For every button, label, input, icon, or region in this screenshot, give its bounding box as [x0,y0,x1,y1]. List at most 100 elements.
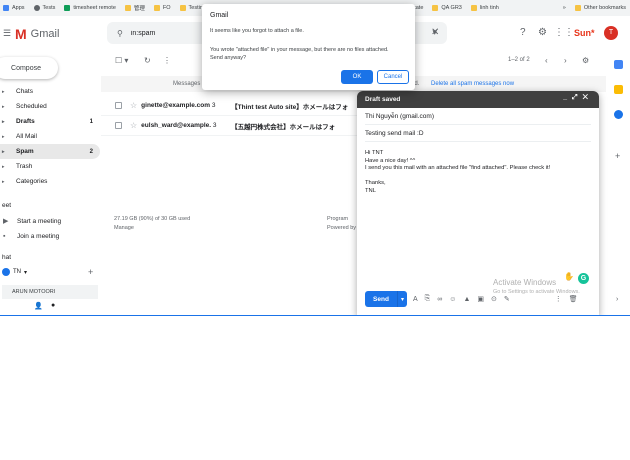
settings-icon[interactable]: ⚙ [538,27,547,38]
manage-storage-link[interactable]: Manage [114,224,190,233]
chat-bubble-icon[interactable]: ● [51,302,55,309]
more-options-icon[interactable]: ⋮ [163,56,171,65]
bookmark-timesheet[interactable]: timesheet remote [64,5,116,11]
bookmark-kanri[interactable]: 管理 [124,4,145,12]
start-meeting-link[interactable]: ▶ Start a meeting [3,217,61,226]
settings-icon[interactable]: ⚙ [582,56,589,65]
hangouts-contact[interactable]: ARUN MOTOORI [2,285,98,299]
minimize-icon[interactable]: _ [563,94,572,101]
delete-spam-link[interactable]: Delete all spam messages now [431,81,514,87]
bookmark-qa-gr3[interactable]: QA GR3 [432,5,462,11]
to-field[interactable]: Thi Nguyễn (gmail.com) [365,108,591,125]
expand-icon: ▸ [2,118,5,125]
hangouts-user[interactable]: TN ▾ [2,268,27,276]
recipient: Thi Nguyễn (gmail.com) [365,112,434,120]
dialog-message-line2: You wrote "attached file" in your messag… [210,47,389,61]
join-meeting-link[interactable]: ▪ Join a meeting [3,233,59,240]
hand-icon[interactable]: ✋ [564,272,574,281]
tasks-icon[interactable] [614,110,623,119]
main-menu-icon[interactable]: ☰ [3,28,11,39]
bookmarks-right: » Other bookmarks [558,0,630,16]
attach-icon[interactable]: ⎘ [425,295,431,303]
subject-field[interactable]: Testing send mail :D [365,125,591,142]
newer-icon[interactable]: › [564,56,567,65]
folder-icon [124,5,131,11]
star-icon[interactable]: ☆ [130,121,137,130]
expand-panel-icon[interactable]: › [616,296,618,303]
sidebar-item-categories[interactable]: ▸ Categories [0,174,100,189]
sidebar-item-all-mail[interactable]: ▸ All Mail [0,129,100,144]
folder-icon [470,5,477,11]
refresh-icon[interactable]: ↻ [144,56,151,65]
program-policies-link[interactable]: Program [327,215,356,224]
mail-subject: 【Thint test Auto site】ホメールはフォ [231,103,349,111]
add-on-icon[interactable]: + [615,151,620,161]
bookmarks-more[interactable]: » [563,5,566,11]
drive-icon[interactable]: ▲ [463,296,470,303]
emoji-icon[interactable]: ☺ [449,296,456,303]
expand-icon: ▸ [2,88,5,95]
help-icon[interactable]: ? [520,27,526,38]
compose-button[interactable]: Compose [0,57,58,79]
other-bookmarks[interactable]: Other bookmarks [574,5,626,11]
mail-row[interactable]: ☆ ginette@example.com 3 【Thint test Auto… [101,96,361,116]
more-options-icon[interactable]: ⋮ [555,295,562,303]
dialog-ok-button[interactable]: OK [341,70,373,84]
drive-icon [64,5,71,11]
formatting-icon[interactable]: A [413,296,418,303]
alert-dialog: Gmail It seems like you forgot to attach… [202,4,415,90]
compose-title: Draft saved [365,96,401,103]
sidebar-item-chats[interactable]: ▸ Chats [0,84,100,99]
account-avatar[interactable]: T [604,26,618,40]
contacts-icon[interactable]: 👤 [34,302,43,310]
dialog-cancel-button[interactable]: Cancel [377,70,409,84]
send-button[interactable]: Send [365,291,397,307]
activate-windows-title: Activate Windows [493,278,557,287]
mail-row[interactable]: ☆ eulsh_ward@example. 3 【五越円株式会社】ホメールはフォ [101,116,361,136]
older-icon[interactable]: ‹ [545,56,548,65]
search-icon[interactable]: ⚲ [117,29,123,38]
confidential-icon[interactable]: ⊙ [491,295,497,303]
sidebar-item-scheduled[interactable]: ▸ Scheduled [0,99,100,114]
sidebar-item-drafts[interactable]: ▸ Drafts 1 [0,114,100,129]
signature-icon[interactable]: ✎ [504,295,510,303]
expand-icon: ▸ [2,133,5,140]
dialog-title: Gmail [210,12,229,19]
keep-icon[interactable] [614,85,623,94]
grammarly-icon[interactable]: G [578,273,589,284]
thread-count: 3 [212,122,217,129]
expand-icon: ▸ [2,178,5,185]
brand-logo[interactable]: Sun* [574,28,595,38]
new-chat-icon[interactable]: + [88,267,93,277]
expand-icon: ▸ [2,163,5,170]
row-checkbox[interactable] [115,102,122,109]
photo-icon[interactable]: ▣ [477,295,484,303]
apps-icon [3,5,9,11]
storage-info: 27.19 GB (90%) of 30 GB used Manage [114,215,190,233]
folder-icon [179,5,186,11]
apps-grid-icon[interactable]: ⋮⋮ [554,27,574,38]
row-checkbox[interactable] [115,122,122,129]
sidebar-item-spam[interactable]: ▸ Spam 2 [0,144,100,159]
thread-count: 3 [211,102,216,109]
calendar-icon[interactable] [614,60,623,69]
gmail-logo[interactable]: M Gmail [15,26,59,42]
bookmark-fo[interactable]: FO [153,5,171,11]
message-body[interactable]: Hi TNT Have a nice day! ^^ I send you th… [357,142,599,203]
close-icon[interactable]: ✕ [583,94,593,101]
dialog-message-line1: It seems like you forgot to attach a fil… [210,28,304,34]
subject-value: Testing send mail :D [365,129,424,137]
compose-header[interactable]: Draft saved _⤢✕ [357,91,599,108]
link-icon[interactable]: ∞ [437,296,442,303]
pager-text: 1–2 of 2 [508,57,530,63]
star-icon[interactable]: ☆ [130,101,137,110]
bookmark-linh-tinh[interactable]: linh tinh [470,5,499,11]
discard-draft-icon[interactable]: 🗑 [569,295,578,303]
fullscreen-icon[interactable]: ⤢ [572,94,583,101]
bookmark-apps[interactable]: Apps [3,5,25,11]
send-options-icon[interactable]: ▾ [397,291,407,307]
clear-search-icon[interactable]: ✕ [431,27,439,38]
select-all-checkbox[interactable]: ☐ ▾ [115,56,128,65]
bookmark-tests[interactable]: Tests [33,5,55,11]
sidebar-item-trash[interactable]: ▸ Trash [0,159,100,174]
